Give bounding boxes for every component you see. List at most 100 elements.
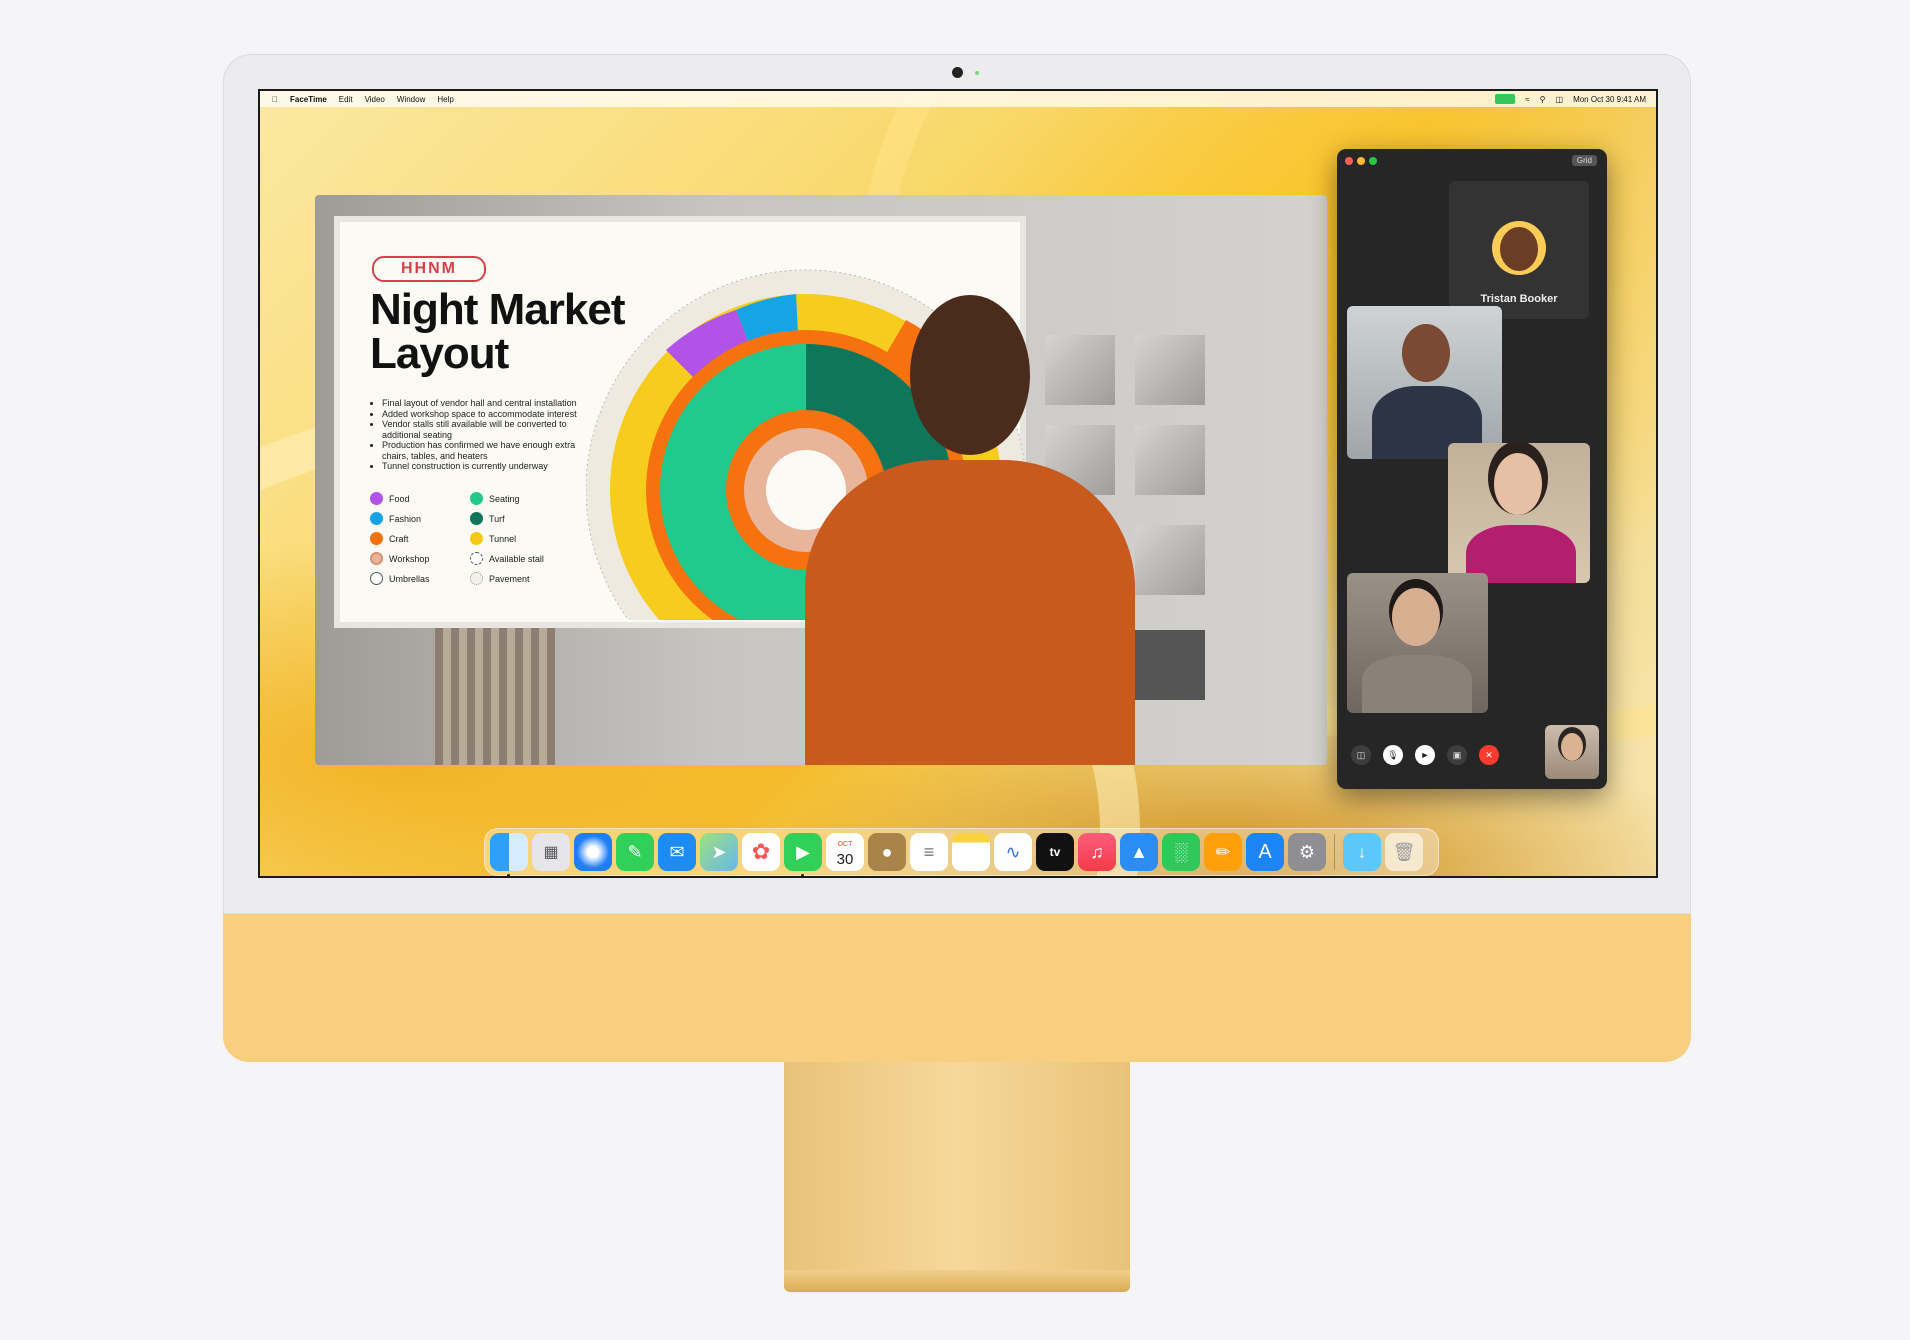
poster-bullet: Final layout of vendor hall and central …	[382, 398, 602, 409]
legend-item: Fashion	[370, 512, 470, 525]
legend-label: Workshop	[389, 553, 430, 564]
legend-item: Seating	[470, 492, 570, 505]
tv-icon[interactable]: tv	[1036, 833, 1074, 871]
screen-share-icon[interactable]: ▣	[1447, 745, 1467, 765]
zoom-window-button[interactable]	[1369, 157, 1377, 165]
keynote-icon[interactable]: ▲	[1120, 833, 1158, 871]
finder-icon[interactable]	[490, 833, 528, 876]
photos-icon[interactable]: ✿	[742, 833, 780, 871]
legend-item: Available stall	[470, 552, 570, 565]
microphone-icon[interactable]: 🎙	[1383, 745, 1403, 765]
legend-label: Turf	[489, 513, 505, 524]
screen:  FaceTime Edit Video Window Help ≈ ⚲ ◫ …	[258, 89, 1658, 878]
imac-stand	[784, 1062, 1130, 1288]
legend-swatch	[470, 572, 483, 585]
menu-clock[interactable]: Mon Oct 30 9:41 AM	[1573, 95, 1646, 104]
legend-item: Umbrellas	[370, 572, 470, 585]
legend-label: Seating	[489, 493, 520, 504]
launchpad-icon[interactable]: ▦	[532, 833, 570, 871]
camera	[952, 67, 963, 78]
safari-icon[interactable]: ❖	[574, 833, 612, 871]
menu-help[interactable]: Help	[437, 95, 453, 104]
menu-bar:  FaceTime Edit Video Window Help ≈ ⚲ ◫ …	[260, 91, 1656, 107]
participant-tile[interactable]	[1448, 443, 1590, 583]
menu-edit[interactable]: Edit	[339, 95, 353, 104]
numbers-icon[interactable]: ░	[1162, 833, 1200, 871]
menu-window[interactable]: Window	[397, 95, 425, 104]
running-indicator	[801, 874, 804, 876]
legend-item: Tunnel	[470, 532, 570, 545]
presenter-head	[910, 295, 1030, 455]
wifi-icon[interactable]: ≈	[1525, 95, 1529, 104]
trash-icon[interactable]: 🗑	[1385, 833, 1423, 871]
pages-icon[interactable]: ✏	[1204, 833, 1242, 871]
poster-bullet: Vendor stalls still available will be co…	[382, 419, 602, 440]
calendar-month: OCT	[837, 841, 853, 848]
control-center-icon[interactable]: ◫	[1556, 95, 1564, 104]
facetime-window[interactable]: Grid Tristan Booker ◫ 🎙 ► ▣ ✕	[1337, 149, 1607, 789]
end-call-icon[interactable]: ✕	[1479, 745, 1499, 765]
legend-label: Available stall	[489, 553, 544, 564]
contacts-icon[interactable]: ●	[868, 833, 906, 871]
legend-label: Umbrellas	[389, 573, 430, 584]
app-store-icon[interactable]: A	[1246, 833, 1284, 871]
facetime-icon[interactable]: ▶	[784, 833, 822, 876]
legend-label: Craft	[389, 533, 409, 544]
legend-swatch	[370, 552, 383, 565]
music-icon[interactable]: ♫	[1078, 833, 1116, 871]
legend-item: Craft	[370, 532, 470, 545]
menu-app-name[interactable]: FaceTime	[290, 95, 327, 104]
presenter-body	[805, 460, 1135, 765]
legend-swatch	[470, 512, 483, 525]
reminders-icon[interactable]: ≡	[910, 833, 948, 871]
grid-button[interactable]: Grid	[1571, 155, 1597, 166]
close-window-button[interactable]	[1345, 157, 1353, 165]
search-icon[interactable]: ⚲	[1540, 95, 1546, 104]
imac-chin	[223, 914, 1691, 1062]
freeform-icon[interactable]: ∿	[994, 833, 1032, 871]
maps-icon[interactable]: ➤	[700, 833, 738, 871]
legend-swatch	[470, 552, 483, 565]
participant-tile[interactable]	[1347, 573, 1488, 713]
legend-swatch	[370, 492, 383, 505]
notes-icon[interactable]	[952, 833, 990, 871]
minimize-window-button[interactable]	[1357, 157, 1365, 165]
poster-bullet: Production has confirmed we have enough …	[382, 440, 602, 461]
legend-item: Workshop	[370, 552, 470, 565]
participant-body	[1362, 655, 1472, 713]
participant-tile[interactable]	[1347, 306, 1502, 459]
dock-separator	[1334, 834, 1335, 870]
camera-icon[interactable]: ►	[1415, 745, 1435, 765]
participant-head	[1494, 453, 1542, 515]
mail-icon[interactable]: ✉	[658, 833, 696, 871]
sidebar-toggle-icon[interactable]: ◫	[1351, 745, 1371, 765]
participant-head	[1402, 324, 1450, 382]
poster-bullet: Added workshop space to accommodate inte…	[382, 409, 602, 420]
menu-video[interactable]: Video	[365, 95, 385, 104]
legend-label: Pavement	[489, 573, 530, 584]
legend-swatch	[370, 572, 383, 585]
camera-led	[975, 71, 979, 75]
system-settings-icon[interactable]: ⚙	[1288, 833, 1326, 871]
legend-item: Food	[370, 492, 470, 505]
self-view[interactable]	[1545, 725, 1599, 779]
dock: ▦ ❖ ✎ ✉ ➤ ✿ ▶ OCT 30 ● ≡ ∿ tv ♫ ▲ ░ ✏ A …	[484, 828, 1439, 876]
apple-menu-icon[interactable]: 	[272, 95, 278, 104]
self-view-head	[1561, 733, 1583, 761]
messages-icon[interactable]: ✎	[616, 833, 654, 871]
participant-tile-tristan[interactable]: Tristan Booker	[1449, 181, 1589, 319]
legend-label: Fashion	[389, 513, 422, 524]
legend-swatch	[470, 492, 483, 505]
imac-stand-foot	[784, 1270, 1130, 1292]
main-video[interactable]: HHNM Night Market Layout Final layout of…	[315, 195, 1327, 765]
legend-label: Tunnel	[489, 533, 517, 544]
legend-item: Pavement	[470, 572, 570, 585]
participant-head	[1392, 588, 1440, 646]
poster-logo: HHNM	[372, 256, 486, 282]
facetime-status-icon[interactable]	[1495, 94, 1516, 104]
legend-swatch	[470, 532, 483, 545]
calendar-icon[interactable]: OCT 30	[826, 833, 864, 871]
legend-swatch	[370, 512, 383, 525]
memoji-avatar	[1500, 227, 1538, 271]
downloads-folder-icon[interactable]: ↓	[1343, 833, 1381, 871]
